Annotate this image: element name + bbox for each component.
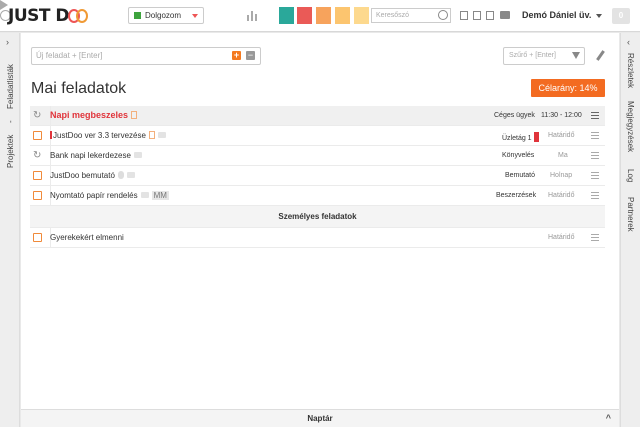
task-row[interactable]: JustDoo ver 3.3 tervezése Üzletág 1 Hatá… [30,126,605,146]
task-name[interactable]: Bank napi lekerdezese [50,151,142,160]
notification-counter[interactable]: 0 [612,8,630,24]
comment-icon[interactable] [133,152,142,158]
task-tag[interactable]: Céges ügyek [494,112,535,119]
status-select[interactable]: Dolgozom [128,7,204,24]
hamburger-menu-icon[interactable] [591,112,599,119]
assignee-badge[interactable]: MM [151,191,169,200]
filter-input[interactable]: Szűrő + [Enter] [503,47,585,65]
task-due[interactable]: Határidő [548,132,574,139]
task-name[interactable]: Gyerekekért elmenni [50,233,124,242]
color-marker [533,132,539,142]
document-icon[interactable] [131,111,138,119]
task-checkbox[interactable] [33,233,42,242]
hamburger-menu-icon[interactable] [591,132,599,139]
task-due[interactable]: 11:30 - 12:00 [541,112,587,119]
tab-partnerek[interactable]: Partnerek [626,197,635,232]
task-row[interactable]: JustDoo bemutató Bemutató Holnap [30,166,605,186]
task-name[interactable]: Nyomtató papír rendelés MM [50,191,169,200]
document-icon[interactable] [460,11,468,20]
search-placeholder: Keresőszó [376,12,410,19]
goal-ratio-button[interactable]: Célarány: 14% [531,79,605,97]
tab-log[interactable]: Log [626,169,635,182]
play-icon[interactable] [0,0,8,10]
hamburger-menu-icon[interactable] [591,192,599,199]
status-label: Dolgozom [145,11,182,20]
new-task-input[interactable]: Új feladat + [Enter] [31,47,261,65]
tab-feladatlistak[interactable]: Feladatlisták [6,64,15,109]
user-menu[interactable]: Demó Dániel üv. [522,10,591,20]
color-filter-light-orange[interactable] [335,7,350,24]
tab-megjegyzesek[interactable]: Megjegyzések [626,101,635,152]
filter-placeholder: Szűrő + [Enter] [509,52,556,59]
task-list: ↻ Napi megbeszeles Céges ügyek 11:30 - 1… [30,106,605,248]
task-row[interactable]: ↻ Bank napi lekerdezese Könyvelés Ma [30,146,605,166]
document-icon[interactable] [148,131,155,139]
task-due[interactable]: Határidő [548,234,574,241]
chevron-right-icon[interactable]: › [6,37,9,47]
hamburger-menu-icon[interactable] [591,234,599,241]
main-content: Új feladat + [Enter] + − Szűrő + [Enter]… [21,33,619,409]
comment-icon[interactable] [126,172,135,178]
task-due[interactable]: Ma [558,152,568,159]
task-checkbox[interactable] [33,131,42,140]
comment-icon[interactable] [157,132,166,138]
chevron-up-icon[interactable]: ^ [606,410,611,427]
rail-separator: - [6,120,15,123]
task-tag[interactable]: Beszerzések [496,192,536,199]
filter-icon[interactable] [572,52,580,59]
top-bar: JUST D Dolgozom Keresőszó Demó Dániel üv… [0,0,640,32]
color-filter-red[interactable] [297,7,312,24]
page-title: Mai feladatok [31,80,127,97]
collapse-button[interactable]: − [246,51,255,60]
hamburger-menu-icon[interactable] [591,152,599,159]
task-name[interactable]: JustDoo ver 3.3 tervezése [50,131,166,140]
logo-text: JUST D [8,6,70,26]
personal-section-title[interactable]: Személyes feladatok [30,206,605,228]
priority-flag-icon [50,131,52,139]
task-tag[interactable]: Bemutató [505,172,535,179]
calendar-label: Naptár [307,414,333,423]
task-tag[interactable]: Könyvelés [502,152,534,159]
tab-reszletek[interactable]: Részletek [626,53,635,88]
task-due[interactable]: Holnap [550,172,572,179]
search-input[interactable]: Keresőszó [371,8,451,23]
task-due[interactable]: Határidő [548,192,574,199]
app-logo[interactable]: JUST D [8,6,88,26]
repeat-icon[interactable]: ↻ [33,151,42,161]
add-task-button[interactable]: + [232,51,241,60]
bar-chart-icon[interactable] [247,10,258,21]
hand-icon[interactable] [117,171,124,179]
repeat-icon[interactable]: ↻ [33,111,42,121]
color-filter-teal[interactable] [279,7,294,24]
hamburger-menu-icon[interactable] [591,172,599,179]
logo-o-orange [76,9,88,23]
printer-icon[interactable] [500,11,510,19]
comment-icon[interactable] [140,192,149,198]
chevron-down-icon[interactable] [596,14,602,18]
task-name[interactable]: JustDoo bemutató [50,171,135,180]
tab-projektek[interactable]: Projektek [6,135,15,168]
chevron-left-icon[interactable]: ‹ [627,37,630,47]
task-tag[interactable]: Üzletág 1 [502,132,539,142]
left-side-panel: › Feladatlisták - Projektek [0,33,20,427]
color-filter-yellow[interactable] [354,7,369,24]
color-filter-orange[interactable] [316,7,331,24]
gear-icon[interactable] [438,10,448,20]
list-icon[interactable] [473,11,481,20]
clear-filter-icon[interactable] [596,50,605,61]
task-name[interactable]: Napi megbeszeles [50,110,138,120]
task-checkbox[interactable] [33,191,42,200]
right-side-panel: ‹ Részletek Megjegyzések Log Partnerek [620,33,640,427]
status-dot-icon [134,12,141,19]
export-icon[interactable] [486,11,494,20]
task-row[interactable]: Nyomtató papír rendelés MM Beszerzések Ha… [30,186,605,206]
task-row[interactable]: Gyerekekért elmenni Határidő [30,228,605,248]
calendar-bar[interactable]: Naptár ^ [21,409,619,427]
new-task-placeholder: Új feladat + [Enter] [36,51,103,60]
task-checkbox[interactable] [33,171,42,180]
chevron-down-icon [192,14,198,18]
task-row-meeting[interactable]: ↻ Napi megbeszeles Céges ügyek 11:30 - 1… [30,106,605,126]
